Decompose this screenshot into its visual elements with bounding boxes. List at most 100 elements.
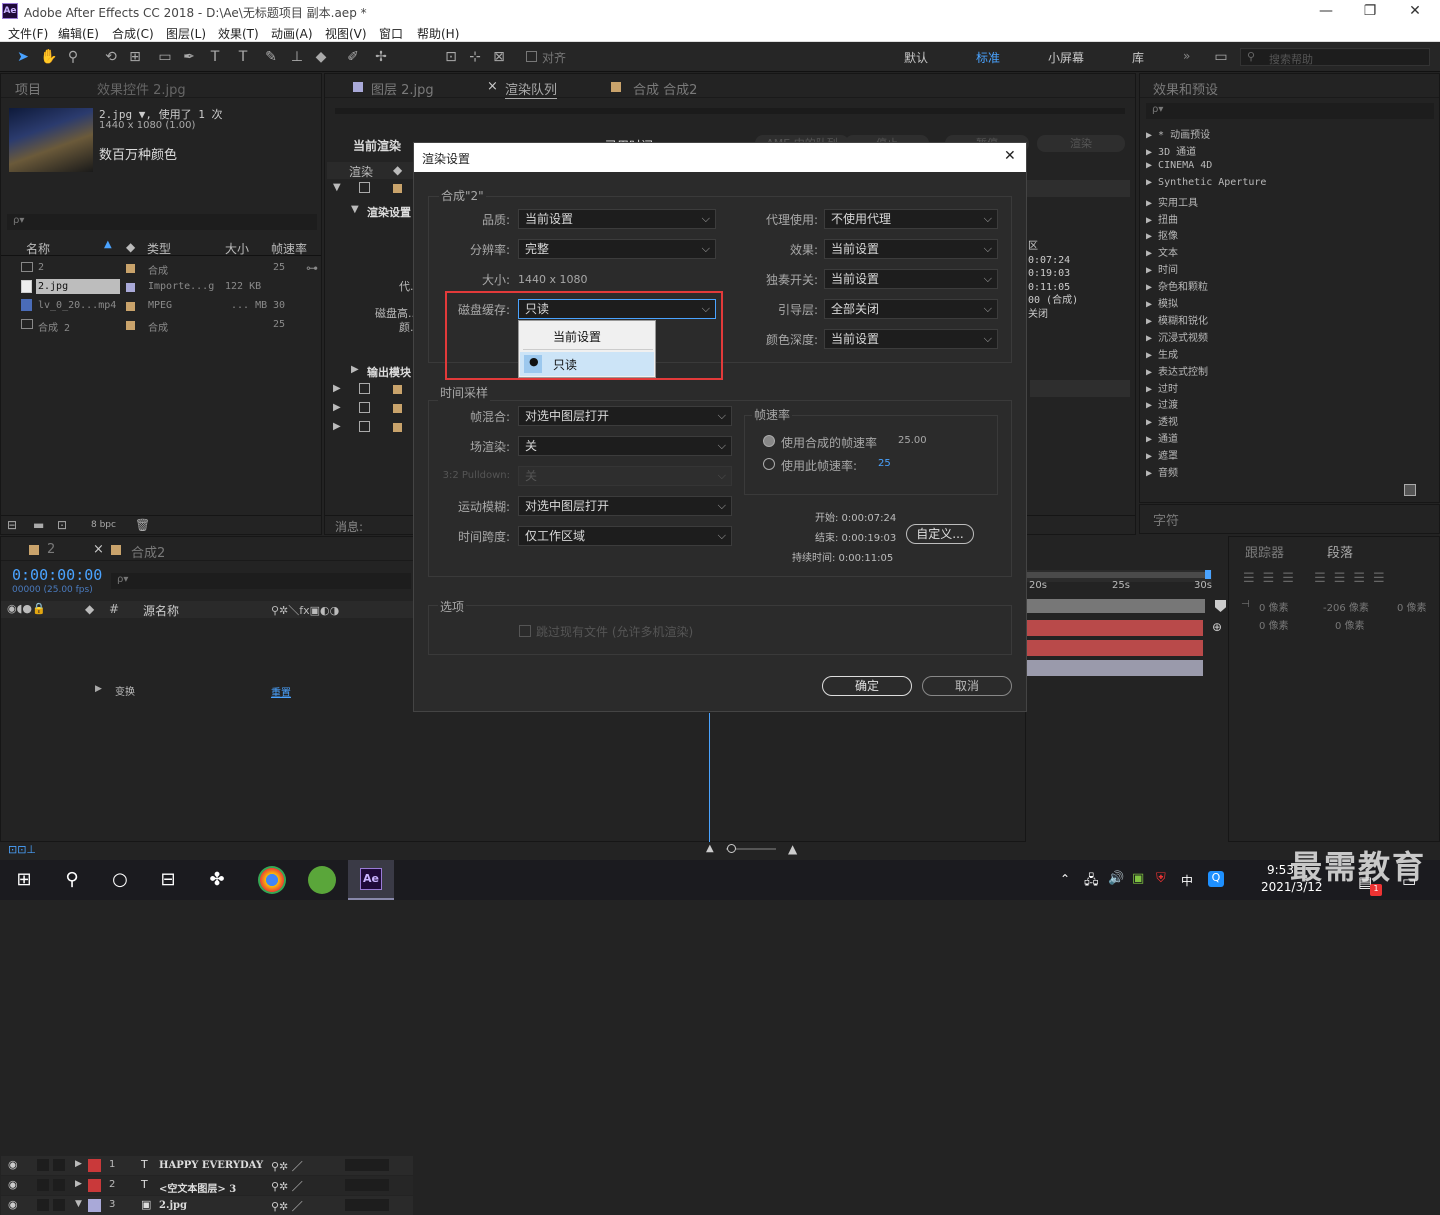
label-color-swatch[interactable] [88,1199,101,1212]
close-window-button[interactable]: ✕ [1395,1,1435,21]
effects-category-item[interactable]: ▶ 过渡 [1146,396,1178,411]
workspace-standard[interactable]: 标准 [976,49,1000,66]
view-axis-icon[interactable]: ⊠ [490,48,508,66]
tab-character[interactable]: 字符 [1153,510,1179,529]
label-tag-icon[interactable]: ◆ [126,240,135,254]
local-axis-icon[interactable]: ⊡ [442,48,460,66]
selection-tool-icon[interactable]: ➤ [14,48,32,66]
effects-category-item[interactable]: ▶ 杂色和颗粒 [1146,278,1208,293]
trash-icon[interactable]: 🗑 [135,518,150,532]
pinwheel-app-icon[interactable]: ✤ [203,866,231,894]
close-tab-icon[interactable]: × [93,542,104,557]
resolution-select[interactable]: 完整 ⌵ [518,239,716,259]
menu-view[interactable]: 视图(V) [325,25,367,42]
effects-category-item[interactable]: ▶ 音频 [1146,464,1178,479]
menu-effect[interactable]: 效果(T) [218,25,259,42]
workspace-default[interactable]: 默认 [904,49,928,66]
brush-tool-icon[interactable]: ✎ [262,48,280,66]
layer-name[interactable]: HAPPY EVERYDAY [159,1160,263,1171]
effects-category-item[interactable]: ▶ 模拟 [1146,295,1178,310]
effects-select[interactable]: 当前设置 ⌵ [824,239,998,259]
effects-category-item[interactable]: ▶ * 动画预设 [1146,126,1210,141]
layer-row[interactable]: ◉ ▶ 2 T <空文本图层> 3 ⚲✲ ／ [1,1176,413,1195]
field-render-select[interactable]: 关 ⌵ [518,436,732,456]
security-shield-icon[interactable]: ⛨ [1156,871,1166,886]
layer-row[interactable]: ◉ ▼ 3 ▣ 2.jpg ⚲✲ ／ [1,1196,413,1215]
pen-tool-icon[interactable]: ✒ [180,48,198,66]
tab-comp-2[interactable]: 2 [47,542,55,557]
lock-switch[interactable] [53,1199,65,1211]
zoom-slider-handle[interactable] [727,844,736,853]
more-workspaces-icon[interactable]: » [1183,49,1190,63]
shape-tool-icon[interactable]: ▭ [156,48,174,66]
melon-app-icon[interactable] [308,866,336,894]
render-button[interactable]: 渲染 [1037,135,1125,152]
effects-category-item[interactable]: ▶ 遮罩 [1146,447,1178,462]
expand-arrow-icon[interactable]: ▶ [1146,160,1158,171]
project-item-row[interactable]: 合成 2 合成 25 [1,316,321,335]
expand-arrow-icon[interactable]: ▶ [75,1159,82,1169]
volume-icon[interactable]: 🔊 [1108,871,1124,886]
layer-name[interactable]: 2.jpg [159,1200,187,1211]
bit-depth-button[interactable]: 8 bpc [91,520,116,530]
menu-edit[interactable]: 编辑(E) [58,25,99,42]
layer-name[interactable]: <空文本图层> 3 [159,1180,236,1195]
render-checkbox[interactable] [359,421,370,432]
effects-category-item[interactable]: ▶ 扭曲 [1146,211,1178,226]
project-item-row[interactable]: lv_0_20...mp4 MPEG ... MB 30 [1,297,321,316]
tab-paragraph[interactable]: 段落 [1327,542,1353,561]
expand-arrow-icon[interactable]: ▶ [1146,231,1158,242]
fps-custom-radio[interactable] [763,458,775,470]
frame-blending-select[interactable]: 对选中图层打开 ⌵ [518,406,732,426]
effects-category-item[interactable]: ▶ 通道 [1146,430,1178,445]
interpret-footage-icon[interactable]: ⊟ [7,518,17,532]
task-view-icon[interactable]: ⊟ [154,866,182,894]
start-windows-icon[interactable]: ⊞ [10,866,38,894]
solo-switch[interactable] [37,1159,49,1171]
timeline-nav-icon[interactable]: ⊕ [1212,620,1222,634]
label-color-swatch[interactable] [126,302,135,311]
effects-search-field[interactable]: ρ▾ [1146,103,1434,119]
eraser-tool-icon[interactable]: ◆ [312,48,330,66]
label-color-swatch[interactable] [126,264,135,273]
proxy-use-select[interactable]: 不使用代理 ⌵ [824,209,998,229]
label-color-swatch[interactable] [126,283,135,292]
menu-composition[interactable]: 合成(C) [112,25,154,42]
dropdown-option-current[interactable]: 当前设置 [519,323,655,349]
expand-arrow-icon[interactable]: ▶ [1146,417,1158,428]
tab-tracker[interactable]: 跟踪器 [1245,542,1284,561]
camera-tool-icon[interactable]: ⟲ [102,48,120,66]
quality-select[interactable]: 当前设置 ⌵ [518,209,716,229]
lock-switch[interactable] [53,1179,65,1191]
layer-switch-cells[interactable] [345,1159,389,1171]
expand-arrow-icon[interactable]: ▶ [333,421,341,432]
fps-comp-radio[interactable] [763,435,775,447]
space-after-value[interactable]: 0 像素 [1335,617,1365,632]
layer-bar-3[interactable] [1027,660,1203,676]
expand-arrow-icon[interactable]: ▶ [75,1179,82,1189]
taskbar-active-app[interactable]: Ae [348,860,394,900]
column-name[interactable]: 名称 [26,240,50,257]
workspace-small-screen[interactable]: 小屏幕 [1048,49,1084,66]
roto-brush-icon[interactable]: ✐ [344,48,362,66]
qq-icon[interactable]: Q [1208,871,1224,887]
lock-switch[interactable] [53,1159,65,1171]
timeline-search-field[interactable]: ρ▾ [111,573,411,589]
tab-effect-controls[interactable]: 效果控件 2.jpg [97,79,186,98]
menu-file[interactable]: 文件(F) [8,25,48,42]
expand-arrow-icon[interactable]: ▶ [1146,434,1158,445]
time-span-select[interactable]: 仅工作区域 ⌵ [518,526,732,546]
project-item-row[interactable]: 2 合成 25 ⊶ [1,259,321,278]
workspace-libraries[interactable]: 库 [1132,49,1144,66]
effects-category-item[interactable]: ▶ 抠像 [1146,227,1178,242]
first-line-indent-value[interactable]: 0 像素 [1397,599,1427,614]
expand-arrow-icon[interactable]: ▶ [1146,177,1158,188]
expand-arrow-icon[interactable]: ▶ [95,684,102,694]
zoom-tool-icon[interactable]: ⚲ [64,48,82,66]
layer-bar-1[interactable] [1027,620,1203,636]
expand-arrow-icon[interactable]: ▶ [1146,282,1158,293]
solo-switches-select[interactable]: 当前设置 ⌵ [824,269,998,289]
effects-category-item[interactable]: ▶ CINEMA 4D [1146,160,1212,171]
ime-indicator[interactable]: 中 [1181,872,1193,889]
menu-animation[interactable]: 动画(A) [271,25,313,42]
